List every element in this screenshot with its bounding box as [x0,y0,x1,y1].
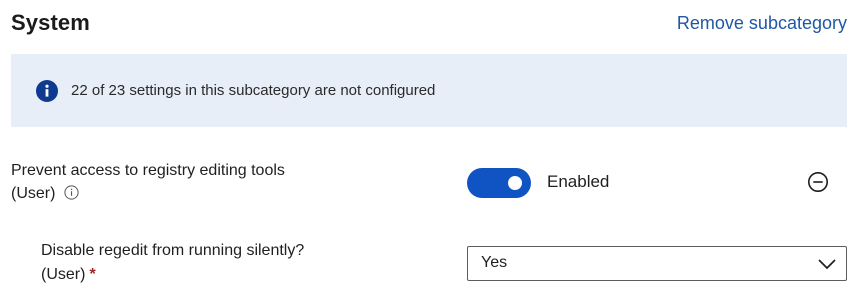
sub-setting-row: Disable regedit from running silently? (… [41,239,847,283]
dropdown-value: Yes [481,254,508,271]
remove-subcategory-link[interactable]: Remove subcategory [677,13,847,34]
sub-setting-label-line2-wrap: (User) * [41,263,304,284]
setting-label-line2-wrap: (User) [11,182,285,205]
minus-circle-icon[interactable] [807,171,829,193]
setting-label: Prevent access to registry editing tools… [11,159,285,205]
info-icon [36,79,58,102]
setting-row: Prevent access to registry editing tools… [11,156,847,212]
chevron-down-icon [817,256,837,272]
banner-text: 22 of 23 settings in this subcategory ar… [71,82,436,99]
section-title: System [11,10,90,35]
toggle-knob [508,176,522,190]
sub-setting-label-line1: Disable regedit from running silently? [41,242,305,259]
toggle-label: Enabled [547,172,610,191]
setting-label-line2: (User) [11,185,56,202]
info-circle-icon[interactable] [64,184,80,200]
regedit-silent-dropdown[interactable]: Yes [467,246,847,281]
setting-label-line1: Prevent access to registry editing tools [11,162,285,179]
info-banner: 22 of 23 settings in this subcategory ar… [11,54,847,127]
sub-setting-label-line2: (User) [41,266,86,283]
required-marker: * [89,266,96,283]
enable-toggle[interactable] [467,168,531,198]
sub-setting-label: Disable regedit from running silently? (… [41,239,304,284]
